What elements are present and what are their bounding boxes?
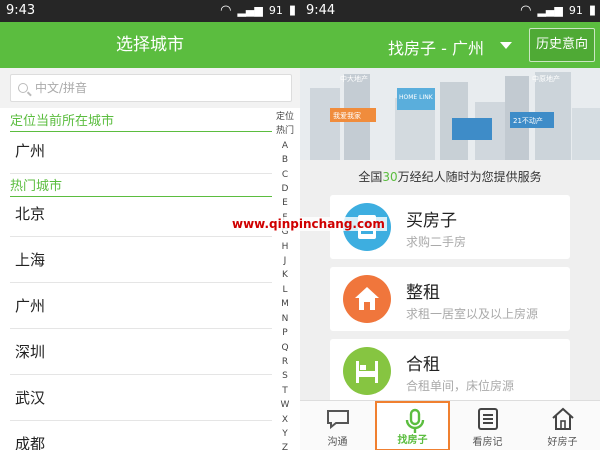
- bed-icon: [343, 347, 391, 395]
- city-list-item[interactable]: 武汉: [10, 375, 272, 421]
- index-letter[interactable]: S: [276, 369, 294, 383]
- index-letter[interactable]: E: [276, 196, 294, 210]
- chat-icon: [327, 410, 349, 430]
- battery-icon: ▮: [288, 3, 296, 18]
- index-letter[interactable]: Z: [276, 441, 294, 450]
- battery-level: 91: [268, 4, 283, 17]
- battery-level: 91: [568, 4, 583, 17]
- index-letter[interactable]: 热门: [276, 124, 294, 138]
- status-bar: 9:43 ◠ ▂▄▆ 91 ▮: [0, 0, 300, 22]
- card-subtitle: 求购二手房: [406, 235, 467, 249]
- tab-good-house[interactable]: 好房子: [525, 401, 600, 450]
- skyline-label: 21不动产: [513, 116, 543, 125]
- signal-icon: ▂▄▆: [537, 4, 563, 17]
- status-time: 9:43: [6, 3, 36, 18]
- card-title: 买房子: [406, 211, 457, 231]
- wifi-icon: ◠: [220, 3, 232, 18]
- index-letter[interactable]: L: [276, 283, 294, 297]
- notebook-icon: [478, 408, 498, 430]
- card-title: 合租: [406, 355, 440, 375]
- index-letter[interactable]: W: [276, 398, 294, 412]
- index-letter[interactable]: T: [276, 384, 294, 398]
- house-icon: [343, 275, 391, 323]
- index-letter[interactable]: P: [276, 326, 294, 340]
- card-subtitle: 合租单间，床位房源: [406, 379, 515, 393]
- search-icon: [18, 83, 28, 93]
- card-subtitle: 求租一居室以及以上房源: [406, 307, 539, 321]
- index-letter[interactable]: Y: [276, 427, 294, 441]
- city-list-item[interactable]: 深圳: [10, 329, 272, 375]
- shared-rent-card[interactable]: 合租 合租单间，床位房源: [330, 339, 570, 403]
- whole-rent-card[interactable]: 整租 求租一居室以及以上房源: [330, 267, 570, 331]
- bottom-tab-bar: 沟通 找房子 看房记 好房子: [300, 400, 600, 450]
- index-letter[interactable]: D: [276, 182, 294, 196]
- city-list-item[interactable]: 广州: [10, 283, 272, 329]
- index-letter[interactable]: 定位: [276, 110, 294, 124]
- watermark: www.qinpinchang.com: [230, 217, 387, 231]
- index-letter[interactable]: J: [276, 254, 294, 268]
- city-list-item[interactable]: 上海: [10, 237, 272, 283]
- battery-icon: ▮: [588, 3, 596, 18]
- index-letter[interactable]: N: [276, 312, 294, 326]
- index-letter[interactable]: B: [276, 153, 294, 167]
- index-letter[interactable]: H: [276, 240, 294, 254]
- city-search-input[interactable]: 中文/拼音: [10, 74, 292, 102]
- index-letter[interactable]: R: [276, 355, 294, 369]
- service-tagline: 全国30万经纪人随时为您提供服务: [358, 170, 542, 184]
- skyline-label: 中大地产: [340, 74, 368, 83]
- status-time: 9:44: [306, 3, 336, 18]
- house-icon: [552, 407, 574, 430]
- index-letter[interactable]: A: [276, 139, 294, 153]
- index-letter[interactable]: M: [276, 297, 294, 311]
- tab-find-house[interactable]: 找房子: [375, 401, 450, 450]
- index-letter[interactable]: K: [276, 268, 294, 282]
- card-title: 整租: [406, 283, 440, 303]
- index-letter[interactable]: Q: [276, 341, 294, 355]
- city-title-dropdown[interactable]: 找房子 - 广州: [388, 35, 484, 59]
- chevron-down-icon[interactable]: [500, 42, 512, 49]
- tab-chat[interactable]: 沟通: [300, 401, 375, 450]
- agency-skyline-banner: HOME LINK 我爱我家 21不动产 中大地产 中原地产: [300, 68, 600, 160]
- signal-icon: ▂▄▆: [237, 4, 263, 17]
- city-list-item[interactable]: 成都: [10, 421, 272, 450]
- status-bar: 9:44 ◠ ▂▄▆ 91 ▮: [300, 0, 600, 22]
- skyline-label: 我爱我家: [333, 111, 361, 120]
- history-intent-button[interactable]: 历史意向: [529, 28, 595, 62]
- page-title: 选择城市: [0, 22, 300, 68]
- alphabet-index[interactable]: 定位热门ABCDEFGHJKLMNPQRSTWXYZ: [276, 110, 294, 450]
- skyline-label: HOME LINK: [399, 94, 434, 101]
- index-letter[interactable]: X: [276, 413, 294, 427]
- current-city-item[interactable]: 广州: [10, 128, 272, 174]
- index-letter[interactable]: C: [276, 168, 294, 182]
- wifi-icon: ◠: [520, 3, 532, 18]
- tab-viewing-log[interactable]: 看房记: [450, 401, 525, 450]
- skyline-label: 中原地产: [532, 74, 560, 83]
